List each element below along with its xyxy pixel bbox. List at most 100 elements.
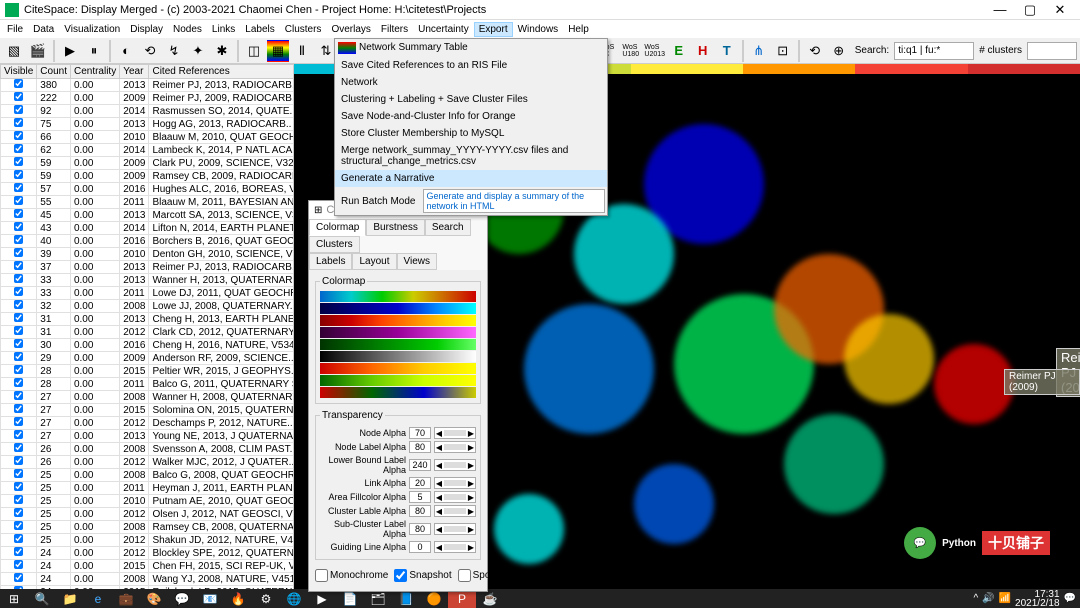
play-icon[interactable]: ▶ (59, 40, 81, 62)
table-row[interactable]: 330.002013Wanner H, 2013, QUATERNAR.. (1, 274, 295, 287)
row-checkbox[interactable] (14, 183, 23, 192)
table-row[interactable]: 430.002014Lifton N, 2014, EARTH PLANET.. (1, 222, 295, 235)
tool-icon[interactable]: ↯ (163, 40, 185, 62)
menu-display[interactable]: Display (125, 22, 168, 37)
row-checkbox[interactable] (14, 378, 23, 387)
spotlight-checkbox[interactable]: Spotlight (458, 569, 512, 582)
row-checkbox[interactable] (14, 222, 23, 231)
row-checkbox[interactable] (14, 534, 23, 543)
column-header[interactable]: Count (37, 65, 71, 79)
table-row[interactable]: 550.002011Blaauw M, 2011, BAYESIAN ANA.. (1, 196, 295, 209)
row-checkbox[interactable] (14, 365, 23, 374)
search-input[interactable] (894, 42, 974, 60)
tool-icon[interactable]: ⟲ (804, 40, 826, 62)
table-row[interactable]: 620.002014Lambeck K, 2014, P NATL ACA.. (1, 144, 295, 157)
row-checkbox[interactable] (14, 131, 23, 140)
clusters-input[interactable] (1027, 42, 1077, 60)
table-row[interactable]: 3800.002013Reimer PJ, 2013, RADIOCARB.. (1, 79, 295, 92)
menu-clusters[interactable]: Clusters (280, 22, 327, 37)
table-row[interactable]: 260.002012Walker MJC, 2012, J QUATER.. (1, 456, 295, 469)
row-checkbox[interactable] (14, 417, 23, 426)
export-menu-item[interactable]: Clustering + Labeling + Save Cluster Fil… (335, 91, 607, 108)
table-row[interactable]: 250.002012Shakun JD, 2012, NATURE, V48.. (1, 534, 295, 547)
wos-icon[interactable]: WoSU180 (620, 40, 642, 62)
tool-icon[interactable]: Ⅱ (291, 40, 313, 62)
tab-burstness[interactable]: Burstness (366, 219, 424, 236)
close-button[interactable]: ✕ (1045, 1, 1075, 19)
row-checkbox[interactable] (14, 404, 23, 413)
search-icon[interactable]: 🔍 (28, 589, 56, 608)
row-checkbox[interactable] (14, 313, 23, 322)
menu-export[interactable]: Export (474, 22, 513, 37)
table-row[interactable]: 250.002012Olsen J, 2012, NAT GEOSCI, V5.… (1, 508, 295, 521)
row-checkbox[interactable] (14, 287, 23, 296)
tray-icon[interactable]: ^ (973, 593, 978, 604)
row-checkbox[interactable] (14, 573, 23, 582)
table-row[interactable]: 260.002008Svensson A, 2008, CLIM PAST.. (1, 443, 295, 456)
row-checkbox[interactable] (14, 79, 23, 88)
tab-clusters[interactable]: Clusters (309, 236, 360, 253)
menu-data[interactable]: Data (28, 22, 59, 37)
row-checkbox[interactable] (14, 443, 23, 452)
task-icon[interactable]: ⚙ (252, 589, 280, 608)
menu-nodes[interactable]: Nodes (168, 22, 207, 37)
export-menu-item[interactable]: Network (335, 74, 607, 91)
pause-icon[interactable]: ⏸ (83, 40, 105, 62)
notifications-icon[interactable]: 💬 (1064, 593, 1076, 604)
row-checkbox[interactable] (14, 92, 23, 101)
slider-guiding-line-alpha[interactable]: Guiding Line Alpha0◀▶ (320, 541, 476, 553)
tool-icon[interactable]: T (716, 40, 738, 62)
table-row[interactable]: 250.002008Balco G, 2008, QUAT GEOCHR.. (1, 469, 295, 482)
table-row[interactable]: 270.002015Solomina ON, 2015, QUATERN.. (1, 404, 295, 417)
row-checkbox[interactable] (14, 274, 23, 283)
table-row[interactable]: 310.002012Clark CD, 2012, QUATERNARY.. (1, 326, 295, 339)
table-row[interactable]: 570.002016Hughes ALC, 2016, BOREAS, V.. (1, 183, 295, 196)
table-row[interactable]: 300.002016Cheng H, 2016, NATURE, V534.. (1, 339, 295, 352)
table-row[interactable]: 250.002011Heyman J, 2011, EARTH PLAN.. (1, 482, 295, 495)
task-icon[interactable]: 🎨 (140, 589, 168, 608)
table-row[interactable]: 310.002013Cheng H, 2013, EARTH PLANE.. (1, 313, 295, 326)
camera-icon[interactable]: 🎬 (27, 40, 49, 62)
tool-icon[interactable]: ⊡ (772, 40, 794, 62)
tab-views[interactable]: Views (397, 253, 438, 270)
tab-colormap[interactable]: Colormap (309, 219, 366, 236)
slider-node-label-alpha[interactable]: Node Label Alpha80◀▶ (320, 441, 476, 453)
slider-node-alpha[interactable]: Node Alpha70◀▶ (320, 427, 476, 439)
column-header[interactable]: Year (120, 65, 149, 79)
table-row[interactable]: 290.002009Anderson RF, 2009, SCIENCE.. (1, 352, 295, 365)
table-row[interactable]: 240.002008Wang YJ, 2008, NATURE, V451.. (1, 573, 295, 586)
slider-lower-bound-label-alpha[interactable]: Lower Bound Label Alpha240◀▶ (320, 455, 476, 475)
task-icon[interactable]: 📧 (196, 589, 224, 608)
row-checkbox[interactable] (14, 521, 23, 530)
table-row[interactable]: 270.002013Young NE, 2013, J QUATERNA.. (1, 430, 295, 443)
menu-links[interactable]: Links (207, 22, 240, 37)
table-row[interactable]: 2220.002009Reimer PJ, 2009, RADIOCARB.. (1, 92, 295, 105)
monochrome-checkbox[interactable]: Monochrome (315, 569, 388, 582)
task-icon[interactable]: 📁 (56, 589, 84, 608)
tool-icon[interactable]: ▧ (3, 40, 25, 62)
row-checkbox[interactable] (14, 209, 23, 218)
table-row[interactable]: 590.002009Ramsey CB, 2009, RADIOCARB.. (1, 170, 295, 183)
tray-icon[interactable]: 🔊 (982, 593, 994, 604)
maximize-button[interactable]: ▢ (1015, 1, 1045, 19)
start-button[interactable]: ⊞ (0, 589, 28, 608)
colormap-gradients[interactable] (320, 291, 476, 398)
row-checkbox[interactable] (14, 469, 23, 478)
tool-icon[interactable]: H (692, 40, 714, 62)
row-checkbox[interactable] (14, 326, 23, 335)
column-header[interactable]: Cited References (149, 65, 294, 79)
task-icon[interactable]: 🔥 (224, 589, 252, 608)
row-checkbox[interactable] (14, 456, 23, 465)
table-row[interactable]: 330.002011Lowe DJ, 2011, QUAT GEOCHR.. (1, 287, 295, 300)
table-row[interactable]: 660.002010Blaauw M, 2010, QUAT GEOCH.. (1, 131, 295, 144)
menu-labels[interactable]: Labels (240, 22, 279, 37)
task-icon[interactable]: 💬 (168, 589, 196, 608)
row-checkbox[interactable] (14, 560, 23, 569)
menu-help[interactable]: Help (563, 22, 594, 37)
menu-windows[interactable]: Windows (513, 22, 564, 37)
export-menu-item[interactable]: Save Cited References to an RIS File (335, 57, 607, 74)
table-row[interactable]: 400.002016Borchers B, 2016, QUAT GEOC.. (1, 235, 295, 248)
column-header[interactable]: Visible (1, 65, 37, 79)
export-batch-mode[interactable]: Run Batch ModeGenerate and display a sum… (335, 187, 607, 215)
tool-icon[interactable]: ⟲ (139, 40, 161, 62)
